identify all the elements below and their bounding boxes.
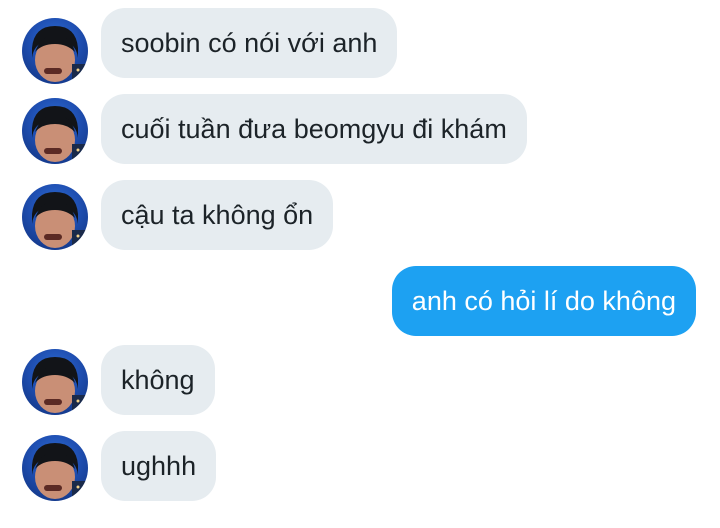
sender-avatar[interactable] (22, 98, 88, 164)
message-text: không (121, 364, 195, 395)
message-text: cuối tuần đưa beomgyu đi khám (121, 113, 507, 144)
sender-avatar[interactable] (22, 18, 88, 84)
message-row: không (0, 345, 720, 415)
message-row: anh có hỏi lí do không (0, 266, 720, 336)
message-row: soobin có nói với anh (0, 8, 720, 84)
message-row: ughhh (0, 431, 720, 501)
sender-avatar[interactable] (22, 435, 88, 501)
message-row: cậu ta không ổn (0, 180, 720, 250)
message-text: ughhh (121, 450, 197, 481)
message-text: anh có hỏi lí do không (411, 285, 676, 316)
message-bubble-incoming[interactable]: cuối tuần đưa beomgyu đi khám (101, 94, 527, 164)
message-bubble-incoming[interactable]: không (101, 345, 215, 415)
message-text: cậu ta không ổn (121, 199, 314, 230)
message-bubble-incoming[interactable]: ughhh (101, 431, 217, 501)
sender-avatar[interactable] (22, 349, 88, 415)
sender-avatar[interactable] (22, 184, 88, 250)
message-bubble-incoming[interactable]: soobin có nói với anh (101, 8, 398, 78)
message-text: soobin có nói với anh (121, 27, 378, 58)
message-bubble-outgoing[interactable]: anh có hỏi lí do không (391, 266, 696, 336)
message-row: cuối tuần đưa beomgyu đi khám (0, 94, 720, 164)
message-bubble-incoming[interactable]: cậu ta không ổn (101, 180, 334, 250)
